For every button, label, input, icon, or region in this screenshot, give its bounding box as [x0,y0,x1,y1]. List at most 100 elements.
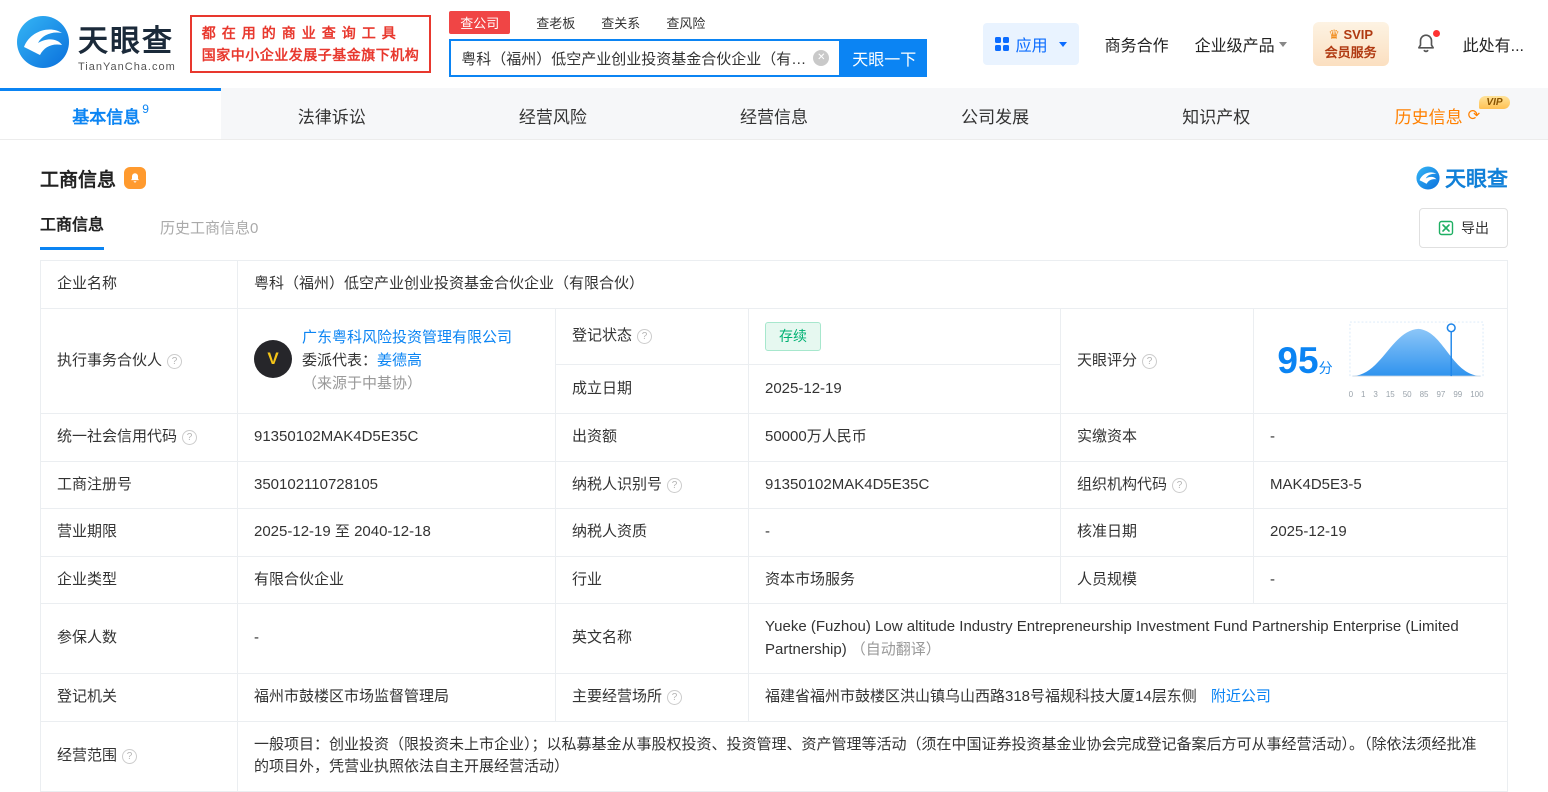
user-menu-label: 此处有... [1462,38,1524,55]
term-value: 2025-12-19 至 2040-12-18 [237,508,556,557]
paid-capital-value: - [1253,413,1508,462]
field-label: 纳税人资质 [555,508,749,557]
search-tab-boss[interactable]: 查老板 [536,13,575,32]
search-tab-relation[interactable]: 查关系 [601,13,640,32]
field-label: 出资额 [555,413,749,462]
tab-operating-info[interactable]: 经营信息 [663,88,884,139]
address-value: 福建省福州市鼓楼区洪山镇乌山西路318号福规科技大厦14层东侧 附近公司 [748,673,1508,722]
help-icon[interactable] [167,353,183,369]
table-row: 登记机关 福州市鼓楼区市场监督管理局 主要经营场所 福建省福州市鼓楼区洪山镇乌山… [40,673,1508,722]
help-icon[interactable] [667,690,683,705]
promo-line-1: 都在用的商业查询工具 [201,24,402,41]
table-row: 企业名称 粤科（福州）低空产业创业投资基金合伙企业（有限合伙） [40,260,1508,309]
credit-code-value: 91350102MAK4D5E35C [237,413,556,462]
search-button[interactable]: 天眼一下 [841,39,928,77]
company-name-value: 粤科（福州）低空产业创业投资基金合伙企业（有限合伙） [237,260,1508,309]
search-input[interactable] [461,49,814,67]
top-header: 天眼查 TianYanCha.com 都在用的商业查询工具 国家中小企业发展子基… [0,0,1548,88]
field-label: 天眼评分 [1060,307,1254,414]
establish-date-value: 2025-12-19 [748,363,1061,415]
score-distribution-chart: 0 1 3 15 50 85 97 99 100 [1349,321,1484,402]
enterprise-products-menu[interactable]: 企业级产品 [1195,32,1287,56]
field-label: 执行事务合伙人 [40,307,238,414]
tab-history-info[interactable]: 历史信息 VIP [1327,88,1548,139]
field-label: 主要经营场所 [555,673,749,722]
field-label: 组织机构代码 [1060,460,1254,509]
user-menu[interactable]: 此处有... [1463,32,1524,56]
table-row: 参保人数 - 英文名称 Yueke (Fuzhou) Low altitude … [40,603,1508,674]
reg-status-value: 存续 [748,307,1061,365]
field-label: 统一社会信用代码 [40,413,238,462]
svip-label: SVIP [1343,27,1374,43]
reg-no-value: 350102110728105 [237,460,556,509]
subtab-business-info[interactable]: 工商信息 [40,211,105,250]
search-tab-company[interactable]: 查公司 [449,10,511,34]
field-label: 人员规模 [1060,555,1254,604]
clear-icon[interactable] [813,50,830,66]
promo-banner: 都在用的商业查询工具 国家中小企业发展子基金旗下机构 [189,14,432,74]
field-label: 实缴资本 [1060,413,1254,462]
subscribe-bell-button[interactable] [124,167,147,189]
english-name-value: Yueke (Fuzhou) Low altitude Industry Ent… [748,603,1508,674]
help-icon[interactable] [1172,477,1188,493]
export-button[interactable]: 导出 [1419,208,1508,248]
tab-legal-litigation[interactable]: 法律诉讼 [221,88,442,139]
business-cooperation-label: 商务合作 [1104,38,1169,55]
svip-membership-button[interactable]: SVIP 会员服务 [1312,22,1389,66]
field-label: 英文名称 [555,603,749,674]
taxpayer-quality-value: - [748,508,1061,557]
table-row: 执行事务合伙人 V 广东粤科风险投资管理有限公司 委派代表：姜德高 （来源于中基协… [40,307,1508,414]
org-code-value: MAK4D5E3-5 [1253,460,1508,509]
crown-icon [1328,27,1343,42]
header-right: 应用 商务合作 企业级产品 SVIP 会员服务 此处有... [982,22,1532,66]
apps-grid-icon [994,37,1009,51]
help-icon[interactable] [122,748,138,764]
table-row: 营业期限 2025-12-19 至 2040-12-18 纳税人资质 - 核准日… [40,508,1508,557]
nearby-companies-link[interactable]: 附近公司 [1211,688,1271,705]
score-cell: 95分 0 1 3 15 50 85 97 99 100 [1253,307,1508,414]
watermark-text: 天眼查 [1445,168,1508,191]
section-title: 工商信息 [40,169,117,191]
reg-org-value: 福州市鼓楼区市场监督管理局 [237,673,556,722]
subtab-history-business-info[interactable]: 历史工商信息0 [160,217,258,250]
business-scope-value: 一般项目：创业投资（限投资未上市企业）；以私募基金从事股权投资、投资管理、资产管… [237,720,1508,792]
table-row: 工商注册号 350102110728105 纳税人识别号 91350102MAK… [40,460,1508,509]
help-icon[interactable] [1142,353,1158,369]
help-icon[interactable] [182,430,198,445]
rep-name-link[interactable]: 姜德高 [377,352,422,369]
tab-basic-info[interactable]: 基本信息 9 [0,88,222,139]
search-area: 查公司 查老板 查关系 查风险 天眼一下 [449,10,928,77]
field-label: 成立日期 [555,363,749,415]
auto-translate-note: （自动翻译） [850,640,941,658]
staff-size-value: - [1253,555,1508,604]
apps-menu-button[interactable]: 应用 [982,23,1079,65]
notification-bell-button[interactable] [1415,30,1440,55]
enterprise-products-label: 企业级产品 [1194,38,1275,55]
business-cooperation-link[interactable]: 商务合作 [1105,32,1169,56]
tab-operating-risk[interactable]: 经营风险 [442,88,663,139]
company-nav-tabs: 基本信息 9 法律诉讼 经营风险 经营信息 公司发展 知识产权 历史信息 VIP [0,88,1548,140]
tab-company-development[interactable]: 公司发展 [885,88,1106,139]
company-type-value: 有限合伙企业 [237,555,556,604]
help-icon[interactable] [637,328,653,344]
history-clock-icon [1468,106,1481,124]
tianyancha-logo-icon [16,15,70,74]
promo-line-2: 国家中小企业发展子基金旗下机构 [201,47,420,63]
score-axis-labels: 0 1 3 15 50 85 97 99 100 [1348,390,1484,399]
score-value: 95 [1277,340,1319,381]
tianyancha-logo[interactable]: 天眼查 TianYanCha.com [16,15,176,74]
field-label: 登记机关 [40,673,238,722]
logo-en: TianYanCha.com [78,60,176,73]
notification-dot [1432,30,1440,37]
table-row: 企业类型 有限合伙企业 行业 资本市场服务 人员规模 - [40,555,1508,604]
field-label: 纳税人识别号 [555,460,749,509]
score-unit: 分 [1318,360,1333,376]
help-icon[interactable] [667,477,683,493]
partner-company-link[interactable]: 广东粤科风险投资管理有限公司 [302,329,512,346]
field-label: 营业期限 [40,508,238,557]
vip-badge: VIP [1479,96,1510,109]
tab-intellectual-property[interactable]: 知识产权 [1106,88,1327,139]
field-label: 企业名称 [40,260,238,309]
rep-label: 委派代表： [302,352,378,370]
search-tab-risk[interactable]: 查风险 [666,13,705,32]
